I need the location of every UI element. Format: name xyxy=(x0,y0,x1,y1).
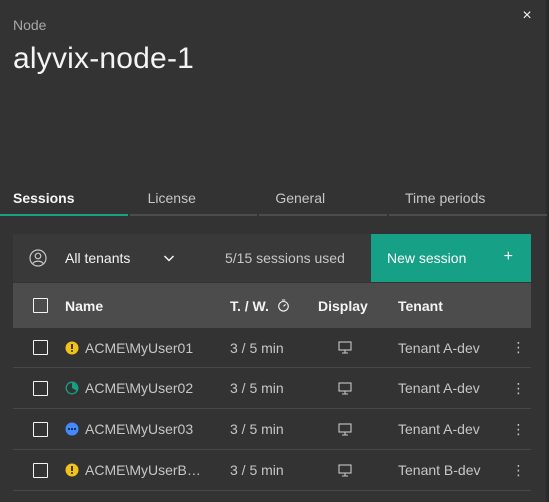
sessions-toolbar: All tenants 5/15 sessions used New sessi… xyxy=(13,234,531,282)
pending-status-icon xyxy=(65,422,79,436)
table-row[interactable]: ACME\MyUser02 3 / 5 min Tenant A-dev ⋮ xyxy=(13,368,531,409)
column-header-name[interactable]: Name xyxy=(65,298,230,314)
warning-status-icon xyxy=(65,341,79,355)
row-checkbox[interactable] xyxy=(33,340,48,355)
overflow-menu-icon[interactable]: ⋮ xyxy=(506,339,531,356)
warning-status-icon xyxy=(65,463,79,477)
session-tw: 3 / 5 min xyxy=(230,462,284,478)
tenant-filter-label: All tenants xyxy=(65,250,131,266)
session-name: ACME\MyUser01 xyxy=(85,339,194,356)
tab-license[interactable]: License xyxy=(129,185,258,216)
sessions-table: Name T. / W. Display Tenant ACME\MyUser0… xyxy=(13,283,531,491)
add-icon: + xyxy=(503,248,513,265)
session-name: ACME\MyUser02 xyxy=(85,380,194,396)
overflow-menu-icon[interactable]: ⋮ xyxy=(506,462,531,479)
sessions-used-count: 5/15 sessions used xyxy=(225,250,345,266)
column-header-tenant[interactable]: Tenant xyxy=(398,298,506,314)
table-header: Name T. / W. Display Tenant xyxy=(13,283,531,328)
monitor-icon[interactable] xyxy=(338,341,352,354)
row-checkbox[interactable] xyxy=(33,380,48,396)
session-name: ACME\MyUserB… xyxy=(85,462,201,478)
column-header-display[interactable]: Display xyxy=(318,298,398,314)
close-icon[interactable]: × xyxy=(520,8,534,24)
session-tenant: Tenant A-dev xyxy=(398,339,480,356)
row-checkbox[interactable] xyxy=(33,421,48,437)
user-avatar-icon xyxy=(29,249,47,267)
monitor-icon[interactable] xyxy=(338,381,352,395)
session-name: ACME\MyUser03 xyxy=(85,421,194,437)
chevron-down-icon xyxy=(162,251,176,265)
table-row[interactable]: ACME\MyUser01 3 / 5 min Tenant A-dev ⋮ xyxy=(13,328,531,368)
tenant-filter-dropdown[interactable]: All tenants xyxy=(13,234,193,282)
session-tw: 3 / 5 min xyxy=(230,421,284,437)
session-tw: 3 / 5 min xyxy=(230,380,284,396)
session-tenant: Tenant A-dev xyxy=(398,421,480,437)
monitor-icon[interactable] xyxy=(338,463,352,477)
new-session-label: New session xyxy=(387,250,467,266)
timer-icon xyxy=(277,299,290,312)
session-tw: 3 / 5 min xyxy=(230,339,284,356)
tab-bar: Sessions License General Time periods xyxy=(0,185,547,216)
column-header-tw-label: T. / W. xyxy=(230,297,269,314)
row-checkbox[interactable] xyxy=(33,462,48,478)
tab-general[interactable]: General xyxy=(259,185,387,216)
overflow-menu-icon[interactable]: ⋮ xyxy=(506,380,531,397)
node-panel: × Node alyvix-node-1 Sessions License Ge… xyxy=(0,0,547,502)
select-all-checkbox[interactable] xyxy=(33,298,48,313)
node-label: Node xyxy=(13,17,47,33)
overflow-menu-icon[interactable]: ⋮ xyxy=(506,421,531,438)
tab-time-periods[interactable]: Time periods xyxy=(388,185,547,216)
session-tenant: Tenant B-dev xyxy=(398,462,481,478)
page-title: alyvix-node-1 xyxy=(13,42,195,75)
session-tenant: Tenant A-dev xyxy=(398,380,480,396)
new-session-button[interactable]: New session + xyxy=(371,234,531,282)
in-progress-status-icon xyxy=(65,381,79,395)
monitor-icon[interactable] xyxy=(338,422,352,436)
table-row[interactable]: ACME\MyUserB… 3 / 5 min Tenant B-dev ⋮ xyxy=(13,450,531,491)
tab-sessions[interactable]: Sessions xyxy=(0,185,128,216)
column-header-tw[interactable]: T. / W. xyxy=(230,298,318,314)
table-row[interactable]: ACME\MyUser03 3 / 5 min Tenant A-dev ⋮ xyxy=(13,409,531,450)
